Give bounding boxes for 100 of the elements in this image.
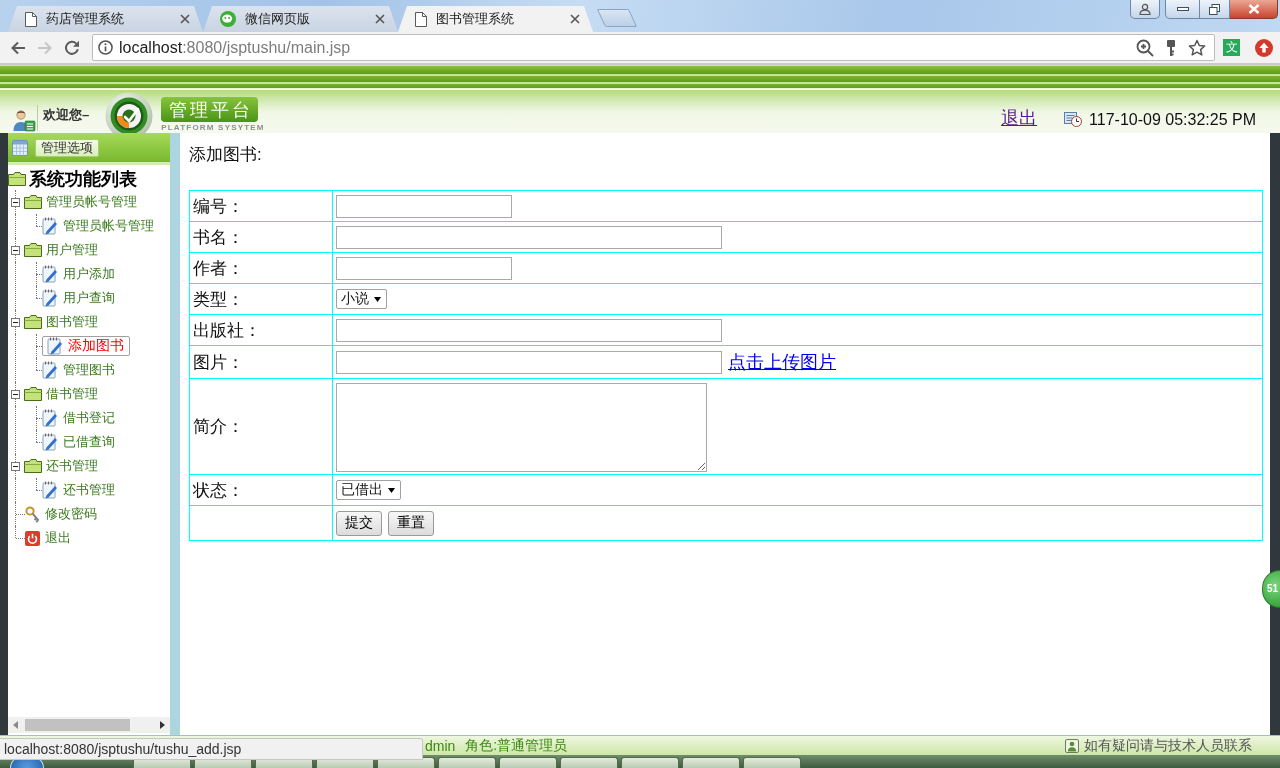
edit-icon: [42, 433, 58, 451]
tree-item[interactable]: 管理图书: [42, 361, 115, 379]
tree-title: 系统功能列表: [29, 168, 137, 191]
form-button[interactable]: 重置: [388, 510, 434, 536]
browser-tab[interactable]: 微信网页版: [203, 6, 398, 32]
taskbar-button[interactable]: [621, 757, 679, 768]
key-icon[interactable]: [1166, 38, 1176, 57]
scrollbar[interactable]: [8, 717, 170, 733]
text-field[interactable]: [336, 350, 722, 374]
chat-icon: [220, 11, 236, 27]
form-label: 出版社：: [193, 320, 261, 340]
reload-icon[interactable]: [64, 39, 80, 56]
url-text: localhost:8080/jsptushu/main.jsp: [119, 38, 351, 57]
minimize-button[interactable]: [1165, 0, 1200, 19]
tree-item[interactable]: 添加图书: [42, 336, 130, 356]
tree-item[interactable]: 还书管理: [24, 457, 98, 475]
scroll-right-icon[interactable]: [160, 721, 165, 729]
form-button[interactable]: 提交: [336, 510, 382, 536]
folder-icon: [8, 172, 26, 186]
edit-icon: [42, 409, 58, 427]
collapse-icon[interactable]: [11, 461, 20, 471]
back-icon[interactable]: [10, 39, 26, 56]
close-icon[interactable]: [180, 14, 190, 24]
notice-text: 如有疑问请与技术人员联系: [1084, 736, 1252, 755]
clock-icon: [1064, 111, 1083, 127]
collapse-icon[interactable]: [11, 389, 20, 399]
tree-item[interactable]: 用户管理: [24, 241, 98, 259]
options-button[interactable]: 管理选项: [35, 138, 99, 157]
upload-icon[interactable]: [1255, 38, 1273, 57]
text-field[interactable]: [336, 318, 722, 342]
form-label: 图片：: [193, 352, 244, 372]
status-url: localhost:8080/jsptushu/tushu_add.jsp: [0, 738, 423, 760]
browser-tab[interactable]: 药店管理系统: [8, 6, 203, 32]
profile-button[interactable]: [1130, 0, 1160, 19]
edit-icon: [42, 217, 58, 235]
person-icon: [1139, 3, 1151, 15]
user-icon: [12, 108, 36, 132]
tree-item[interactable]: 还书管理: [42, 481, 115, 499]
folder-icon: [24, 315, 42, 329]
close-icon: [1247, 4, 1260, 14]
dropdown[interactable]: 已借出: [336, 480, 401, 501]
form-label: 类型：: [193, 289, 244, 309]
folder-icon: [24, 459, 42, 473]
platform-subtitle: PLATFORM SYSYTEM: [161, 123, 265, 132]
tree-item[interactable]: 修改密码: [25, 505, 97, 523]
tree-item[interactable]: 管理员帐号管理: [24, 193, 137, 211]
tree-item[interactable]: 退出: [25, 529, 71, 547]
edit-icon: [42, 361, 58, 379]
scrollbar-thumb[interactable]: [25, 719, 130, 731]
edit-icon: [42, 265, 58, 283]
collapse-icon[interactable]: [11, 317, 20, 327]
dropdown[interactable]: 小说: [336, 289, 387, 310]
text-field[interactable]: [336, 194, 512, 218]
tree-item[interactable]: 用户添加: [42, 265, 115, 283]
tree-item[interactable]: 已借查询: [42, 433, 115, 451]
taskbar-button[interactable]: [499, 757, 557, 768]
tree-item[interactable]: 用户查询: [42, 289, 115, 307]
taskbar-button[interactable]: [438, 757, 496, 768]
document-icon: [25, 11, 37, 27]
text-field[interactable]: [336, 225, 722, 249]
taskbar-button[interactable]: [743, 757, 801, 768]
address-bar[interactable]: localhost:8080/jsptushu/main.jsp: [92, 34, 1215, 61]
close-icon[interactable]: [375, 14, 385, 24]
minimize-icon: [1176, 7, 1189, 11]
logout-link[interactable]: 退出: [1001, 106, 1038, 130]
collapse-icon[interactable]: [11, 197, 20, 207]
form-label: 编号：: [193, 196, 244, 216]
close-icon[interactable]: [570, 14, 580, 24]
star-icon[interactable]: [1188, 38, 1206, 57]
caret-icon: [374, 296, 381, 302]
browser-tab[interactable]: 图书管理系统: [398, 6, 593, 32]
document-icon: [415, 11, 427, 27]
close-button[interactable]: [1230, 0, 1278, 19]
caret-icon: [388, 487, 395, 493]
power-icon: [25, 530, 40, 546]
collapse-icon[interactable]: [11, 245, 20, 255]
form-label: 作者：: [193, 258, 244, 278]
edit-icon: [42, 289, 58, 307]
key-icon: [25, 505, 40, 523]
upload-link[interactable]: 点击上传图片: [728, 352, 836, 372]
scroll-left-icon[interactable]: [13, 721, 18, 729]
text-field[interactable]: [336, 256, 512, 280]
tree-item[interactable]: 借书登记: [42, 409, 115, 427]
user-text: dmin: [425, 737, 456, 754]
role-text: 角色:普通管理员: [465, 736, 568, 755]
edit-icon: [42, 481, 58, 499]
tree-item[interactable]: 管理员帐号管理: [42, 217, 154, 235]
tree-item[interactable]: 借书管理: [24, 385, 98, 403]
form-title: 添加图书:: [189, 145, 263, 165]
info-icon: [98, 40, 113, 55]
welcome-text: 欢迎您–: [43, 106, 90, 124]
folder-icon: [24, 243, 42, 257]
taskbar-button[interactable]: [560, 757, 618, 768]
form-label: 简介：: [193, 417, 244, 436]
tree-item[interactable]: 图书管理: [24, 313, 98, 331]
taskbar-button[interactable]: [682, 757, 740, 768]
extension-button[interactable]: 文: [1223, 39, 1240, 56]
zoom-icon[interactable]: [1136, 38, 1154, 57]
folder-icon: [24, 387, 42, 401]
restore-button[interactable]: [1200, 0, 1230, 19]
